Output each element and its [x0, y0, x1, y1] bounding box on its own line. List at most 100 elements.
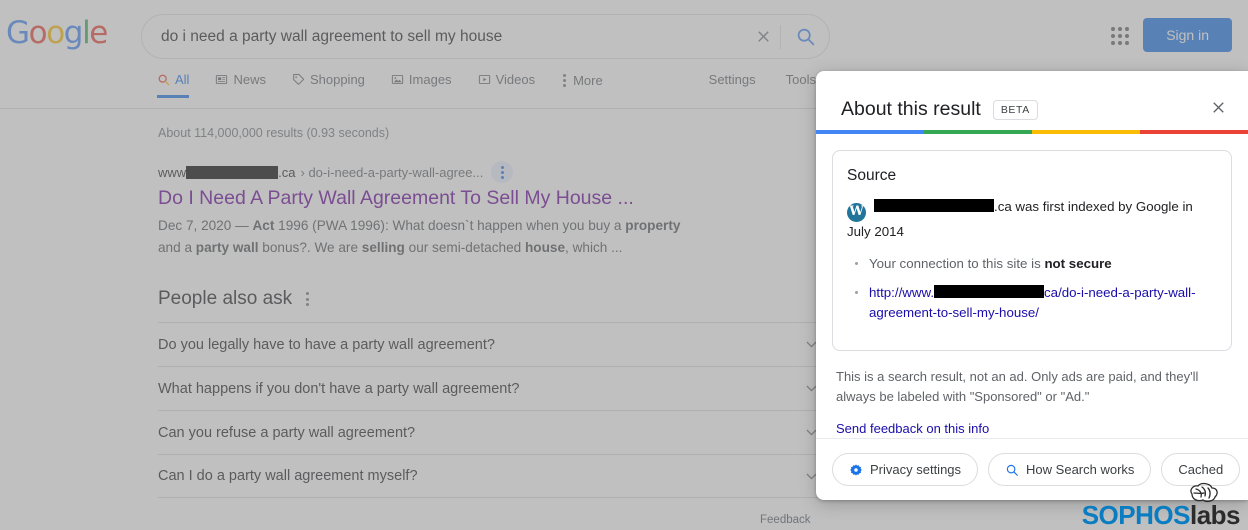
panel-body: Source W.ca was first indexed by Google …	[816, 134, 1248, 438]
tab-shopping-label: Shopping	[310, 72, 365, 87]
panel-header: About this result BETA	[816, 71, 1248, 128]
paa-question-item[interactable]: What happens if you don't have a party w…	[158, 366, 820, 410]
logo-letter: o	[29, 15, 47, 51]
redaction-bar	[874, 199, 994, 212]
google-logo[interactable]: Google	[6, 18, 107, 49]
logo-letter: G	[6, 15, 29, 51]
sign-in-button[interactable]: Sign in	[1143, 18, 1232, 52]
tab-shopping[interactable]: Shopping	[292, 72, 365, 98]
tab-all[interactable]: All	[157, 72, 189, 98]
paa-question-label: Do you legally have to have a party wall…	[158, 337, 495, 353]
send-feedback-link[interactable]: Send feedback on this info	[836, 421, 989, 436]
snippet-text-run: 1996 (PWA 1996): What doesn`t happen whe…	[274, 218, 625, 233]
page-header: Google Sign in	[0, 0, 1248, 72]
result-options-button[interactable]	[491, 161, 513, 183]
snippet-bold-term: party wall	[196, 240, 259, 255]
feedback-link[interactable]: Feedback	[760, 514, 811, 526]
image-icon	[391, 73, 404, 86]
tab-images[interactable]: Images	[391, 72, 452, 98]
panel-close-button[interactable]	[1205, 94, 1232, 126]
url-prefix: www	[158, 165, 186, 180]
result-url-row: www.ca › do-i-need-a-party-wall-agree...	[158, 161, 700, 183]
paa-question-item[interactable]: Can you refuse a party wall agreement?	[158, 410, 820, 454]
tag-icon	[292, 73, 305, 86]
privacy-settings-button[interactable]: Privacy settings	[832, 453, 978, 486]
news-icon	[215, 73, 228, 86]
snippet-bold-term: property	[625, 218, 680, 233]
search-input[interactable]	[142, 28, 746, 46]
result-stats: About 114,000,000 results (0.93 seconds)	[158, 126, 700, 140]
url-prefix: http://www.	[869, 285, 934, 300]
snippet-text-run: our semi-detached	[405, 240, 525, 255]
sophos-text: SOPHOS	[1082, 500, 1190, 530]
google-search-results-page: Google Sign in	[0, 0, 1248, 530]
close-icon	[754, 27, 773, 46]
result-url[interactable]: www.ca › do-i-need-a-party-wall-agree...	[158, 165, 483, 180]
wordpress-icon: W	[847, 203, 866, 222]
logo-letter: o	[46, 15, 64, 51]
logo-letter: e	[89, 15, 107, 51]
gear-icon	[849, 463, 863, 477]
sophoslabs-watermark: SOPHOSlabs	[1082, 480, 1240, 528]
source-card: Source W.ca was first indexed by Google …	[832, 150, 1232, 351]
snippet-text-run: bonus?. We are	[259, 240, 362, 255]
privacy-settings-label: Privacy settings	[870, 462, 961, 477]
snippet-date: Dec 7, 2020 —	[158, 218, 249, 233]
connection-security-bullet: Your connection to this site is not secu…	[847, 254, 1217, 274]
paa-question-item[interactable]: Do you legally have to have a party wall…	[158, 322, 820, 366]
tab-more-label: More	[573, 73, 603, 88]
paa-question-label: What happens if you don't have a party w…	[158, 381, 519, 397]
paa-title: People also ask	[158, 288, 292, 310]
paa-question-list: Do you legally have to have a party wall…	[158, 322, 820, 498]
source-bullets: Your connection to this site is not secu…	[847, 254, 1217, 323]
settings-link[interactable]: Settings	[709, 72, 756, 87]
search-icon	[795, 26, 816, 47]
panel-title: About this result	[841, 98, 981, 121]
source-label: Source	[847, 167, 1217, 185]
redaction-bar	[934, 285, 1044, 298]
paa-question-label: Can I do a party wall agreement myself?	[158, 468, 418, 484]
paa-question-item[interactable]: Can I do a party wall agreement myself?	[158, 454, 820, 498]
sophoslabs-text: SOPHOSlabs	[1082, 502, 1240, 528]
tab-more[interactable]: More	[561, 72, 603, 100]
search-result-item: www.ca › do-i-need-a-party-wall-agree...…	[158, 161, 700, 258]
more-vertical-icon[interactable]	[304, 290, 311, 308]
redaction-bar	[186, 166, 278, 179]
video-icon	[478, 73, 491, 86]
more-vertical-icon	[561, 72, 568, 89]
search-results-column: About 114,000,000 results (0.93 seconds)…	[0, 108, 700, 498]
tab-news[interactable]: News	[215, 72, 266, 98]
clear-search-button[interactable]	[746, 27, 780, 46]
tab-videos[interactable]: Videos	[478, 72, 536, 98]
search-icon	[1005, 463, 1019, 477]
source-url-bullet[interactable]: http://www.ca/do-i-need-a-party-wall-agr…	[847, 283, 1217, 323]
tab-news-label: News	[233, 72, 266, 87]
snippet-text-run: , which ...	[565, 240, 622, 255]
labs-text: labs	[1190, 500, 1240, 530]
ad-disclaimer: This is a search result, not an ad. Only…	[832, 367, 1232, 407]
logo-letter: g	[64, 15, 82, 51]
google-apps-icon[interactable]	[1108, 24, 1132, 48]
snippet-text-run: and a	[158, 240, 196, 255]
close-icon	[1209, 98, 1228, 117]
snippet-bold-term: house	[525, 240, 565, 255]
about-this-result-panel: About this result BETA Source W.ca was f…	[816, 71, 1248, 500]
tab-images-label: Images	[409, 72, 452, 87]
source-indexed-line: W.ca was first indexed by Google in July…	[847, 197, 1217, 242]
snippet-bold-term: Act	[252, 218, 274, 233]
people-also-ask-section: People also ask Do you legally have to h…	[158, 288, 820, 498]
result-title[interactable]: Do I Need A Party Wall Agreement To Sell…	[158, 186, 700, 211]
tab-all-label: All	[175, 72, 189, 87]
result-snippet: Dec 7, 2020 — Act 1996 (PWA 1996): What …	[158, 215, 700, 258]
url-suffix: .ca	[278, 165, 295, 180]
tools-link[interactable]: Tools	[786, 72, 816, 87]
search-box[interactable]	[141, 14, 830, 59]
tab-videos-label: Videos	[496, 72, 536, 87]
security-status: not secure	[1044, 256, 1111, 271]
snippet-bold-term: selling	[362, 240, 405, 255]
search-submit-button[interactable]	[781, 26, 829, 47]
how-search-works-label: How Search works	[1026, 462, 1134, 477]
paa-header: People also ask	[158, 288, 820, 310]
security-text: Your connection to this site is	[869, 256, 1044, 271]
source-url-link[interactable]: http://www.ca/do-i-need-a-party-wall-agr…	[869, 285, 1196, 320]
